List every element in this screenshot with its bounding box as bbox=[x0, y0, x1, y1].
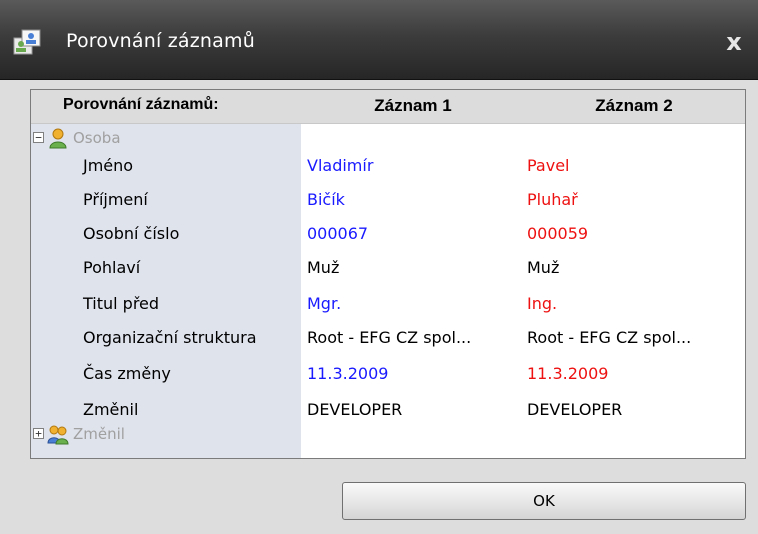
table-row: Příjmení Bičík Pluhař bbox=[31, 184, 745, 218]
users-icon bbox=[47, 425, 69, 445]
row-value-record-2: Muž bbox=[527, 258, 560, 277]
row-label: Osobní číslo bbox=[83, 224, 180, 243]
row-value-record-2: 000059 bbox=[527, 224, 589, 243]
title-bar[interactable]: Porovnání záznamů x bbox=[0, 0, 758, 80]
row-value-record-1: 11.3.2009 bbox=[307, 364, 389, 383]
dialog-body: Porovnání záznamů: Záznam 1 Záznam 2 − O… bbox=[0, 80, 758, 534]
row-label: Čas změny bbox=[83, 364, 171, 383]
window-title: Porovnání záznamů bbox=[66, 30, 255, 52]
row-value-record-2: 11.3.2009 bbox=[527, 364, 609, 383]
row-value-record-1: Vladimír bbox=[307, 156, 374, 175]
row-label: Příjmení bbox=[83, 190, 148, 209]
comparison-table: Porovnání záznamů: Záznam 1 Záznam 2 − O… bbox=[30, 89, 746, 459]
group-label-zmenil: Změnil bbox=[73, 425, 125, 443]
row-value-record-2: Pavel bbox=[527, 156, 570, 175]
row-value-record-1: Muž bbox=[307, 258, 340, 277]
row-value-record-1: Bičík bbox=[307, 190, 345, 209]
table-row: Organizační struktura Root - EFG CZ spol… bbox=[31, 322, 745, 356]
close-button[interactable]: x bbox=[718, 26, 750, 58]
header-record-1: Záznam 1 bbox=[374, 96, 452, 115]
row-value-record-1: DEVELOPER bbox=[307, 400, 403, 419]
row-label: Jméno bbox=[83, 156, 134, 175]
compare-records-dialog: Porovnání záznamů x Porovnání záznamů: Z… bbox=[0, 0, 758, 534]
collapse-icon[interactable]: − bbox=[33, 132, 44, 143]
row-value-record-2: Pluhař bbox=[527, 190, 578, 209]
row-value-record-1: 000067 bbox=[307, 224, 369, 243]
group-label-osoba: Osoba bbox=[73, 129, 121, 147]
row-value-record-2: Ing. bbox=[527, 294, 558, 313]
table-row: Čas změny 11.3.2009 11.3.2009 bbox=[31, 358, 745, 392]
expand-icon[interactable]: + bbox=[33, 428, 44, 439]
row-label: Pohlaví bbox=[83, 258, 141, 277]
row-label: Titul před bbox=[83, 294, 160, 313]
row-label: Změnil bbox=[83, 400, 139, 419]
table-row: Osobní číslo 000067 000059 bbox=[31, 218, 745, 252]
table-row: Pohlaví Muž Muž bbox=[31, 252, 745, 286]
row-value-record-1: Mgr. bbox=[307, 294, 342, 313]
row-label: Organizační struktura bbox=[83, 328, 257, 347]
table-row: Titul před Mgr. Ing. bbox=[31, 288, 745, 322]
table-header: Porovnání záznamů: Záznam 1 Záznam 2 bbox=[31, 90, 745, 124]
compare-records-icon bbox=[13, 29, 41, 55]
table-row: Jméno Vladimír Pavel bbox=[31, 150, 745, 184]
row-value-record-2: DEVELOPER bbox=[527, 400, 623, 419]
header-record-2: Záznam 2 bbox=[595, 96, 673, 115]
header-label: Porovnání záznamů: bbox=[63, 96, 219, 113]
group-row-zmenil[interactable]: + Změnil bbox=[31, 422, 331, 446]
row-value-record-2: Root - EFG CZ spol... bbox=[527, 328, 692, 347]
person-icon bbox=[49, 128, 67, 149]
group-row-osoba[interactable]: − Osoba bbox=[31, 126, 331, 150]
ok-button[interactable]: OK bbox=[342, 482, 746, 520]
row-value-record-1: Root - EFG CZ spol... bbox=[307, 328, 472, 347]
